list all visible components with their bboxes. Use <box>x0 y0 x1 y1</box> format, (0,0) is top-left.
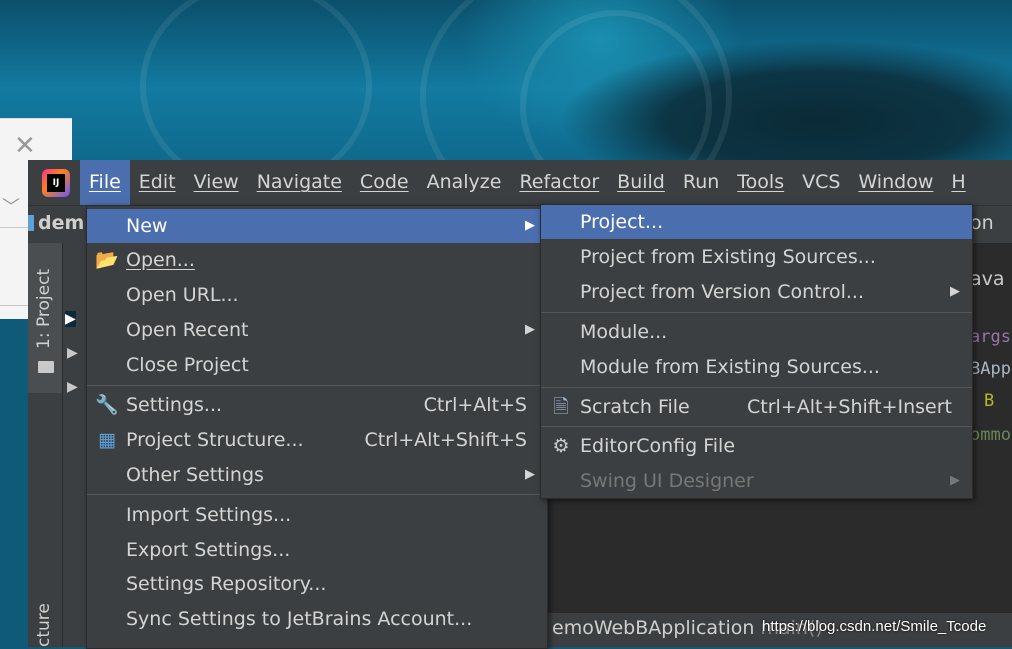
folder-icon <box>38 361 54 373</box>
file-menu-import-settings[interactable]: Import Settings... <box>87 498 547 532</box>
new-submenu: Project... Project from Existing Sources… <box>540 204 973 499</box>
structure-tool-tab[interactable]: cture <box>34 603 54 647</box>
chevron-down-icon[interactable]: ﹀ <box>2 193 20 219</box>
new-project[interactable]: Project... <box>541 205 972 239</box>
new-module[interactable]: Module... <box>541 315 972 349</box>
left-tool-strip: 1: Project cture <box>28 243 63 647</box>
wrench-icon: 🔧 <box>95 394 119 416</box>
project-name[interactable]: dem <box>28 212 84 234</box>
menu-vcs[interactable]: VCS <box>793 160 849 205</box>
file-menu-open-recent[interactable]: Open Recent ▶ <box>87 313 547 347</box>
file-menu-settings[interactable]: 🔧 Settings... Ctrl+Alt+S <box>87 388 547 422</box>
menu-navigate[interactable]: Navigate <box>248 160 351 205</box>
menu-analyze[interactable]: Analyze <box>418 160 511 205</box>
project-structure-icon: ▦ <box>98 429 116 451</box>
file-menu-close-project[interactable]: Close Project <box>87 348 547 382</box>
close-icon[interactable]: ✕ <box>14 131 36 161</box>
new-swing-ui-designer: Swing UI Designer ▶ <box>580 470 960 492</box>
expand-arrow-icon[interactable]: ▶ <box>65 311 76 327</box>
menu-edit[interactable]: Edit <box>130 160 185 205</box>
menu-code[interactable]: Code <box>351 160 418 205</box>
file-menu-sync-settings[interactable]: Sync Settings to JetBrains Account... <box>87 602 547 636</box>
menu-run[interactable]: Run <box>674 160 728 205</box>
new-project-from-vcs[interactable]: Project from Version Control... ▶ <box>541 275 972 309</box>
menu-refactor[interactable]: Refactor <box>510 160 608 205</box>
menu-help[interactable]: H <box>942 160 974 205</box>
file-menu-open[interactable]: 📂 Open... <box>87 243 547 277</box>
new-project-from-existing-sources[interactable]: Project from Existing Sources... <box>541 240 972 274</box>
expand-arrow-icon[interactable]: ▶ <box>67 379 78 395</box>
file-menu-open-url[interactable]: Open URL... <box>87 278 547 312</box>
folder-open-icon: 📂 <box>95 249 119 271</box>
menu-bar: IJ File Edit View Navigate Code Analyze … <box>28 160 1012 205</box>
new-module-from-existing-sources[interactable]: Module from Existing Sources... <box>541 350 972 384</box>
intellij-logo-icon: IJ <box>42 168 70 197</box>
editor-tab[interactable]: ava <box>970 268 1005 290</box>
file-menu-other-settings[interactable]: Other Settings ▶ <box>87 458 547 492</box>
file-menu-export-settings[interactable]: Export Settings... <box>87 533 547 567</box>
project-tool-tab[interactable]: 1: Project <box>28 243 62 393</box>
run-config-label[interactable]: on <box>970 212 994 234</box>
menu-view[interactable]: View <box>185 160 248 205</box>
gear-icon: ⚙ <box>552 435 570 457</box>
expand-arrow-icon[interactable]: ▶ <box>67 345 78 361</box>
menu-tools[interactable]: Tools <box>728 160 793 205</box>
menu-file[interactable]: File <box>80 160 130 205</box>
watermark-url: https://blog.csdn.net/Smile_Tcode <box>762 618 987 635</box>
menu-build[interactable]: Build <box>608 160 674 205</box>
file-menu-project-structure[interactable]: ▦ Project Structure... Ctrl+Alt+Shift+S <box>87 423 547 457</box>
file-menu-dropdown: New ▶ 📂 Open... Open URL... Open Recent ▶ … <box>86 205 548 649</box>
desktop-wallpaper <box>0 0 1012 232</box>
scratch-file-icon: 🗎 <box>553 396 569 418</box>
new-editorconfig-file[interactable]: ⚙ EditorConfig File <box>541 429 972 463</box>
menu-window[interactable]: Window <box>849 160 942 205</box>
new-scratch-file[interactable]: 🗎 Scratch File Ctrl+Alt+Shift+Insert <box>541 390 972 424</box>
file-menu-settings-repository[interactable]: Settings Repository... <box>87 567 547 601</box>
file-menu-new[interactable]: New ▶ <box>87 209 547 243</box>
